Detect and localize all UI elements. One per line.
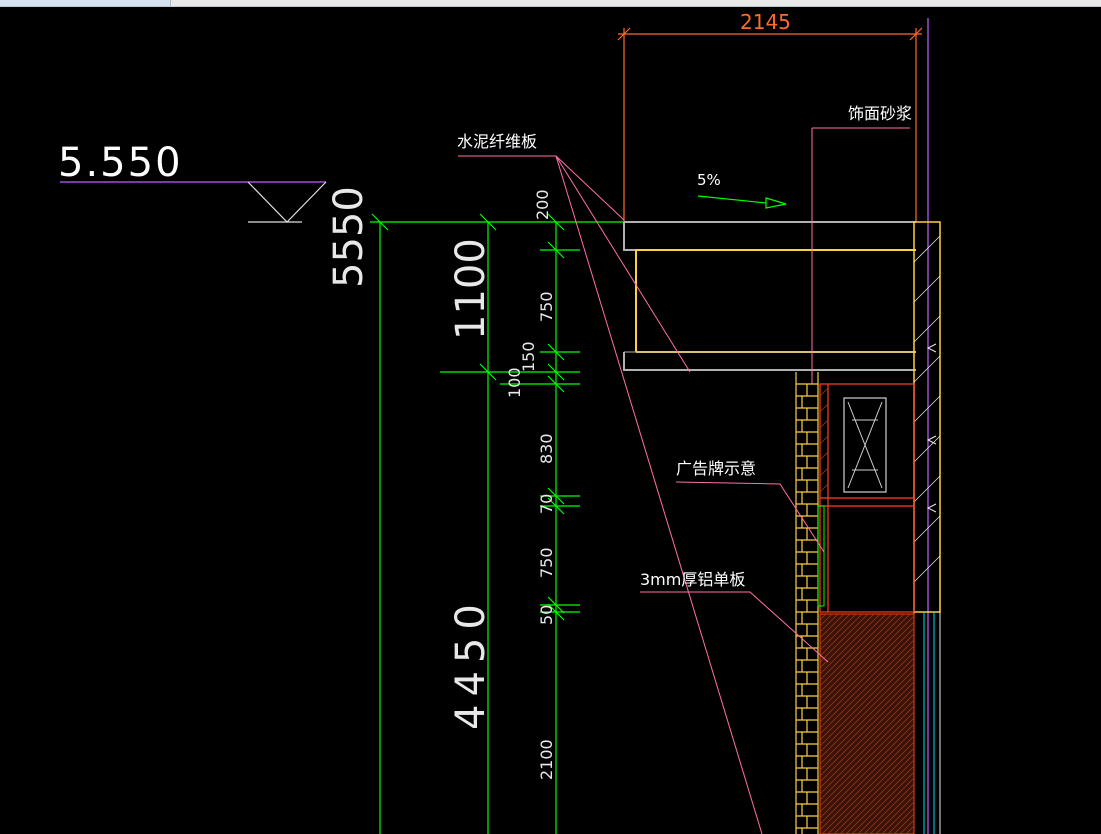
- elevation-value: 5.550: [58, 140, 183, 186]
- slope-label: 5%: [697, 171, 721, 189]
- dim-70: 70: [537, 494, 556, 514]
- wall-column: [913, 221, 941, 834]
- dim-2100: 2100: [537, 739, 556, 780]
- dim-100: 100: [505, 367, 524, 398]
- dim-200: 200: [533, 189, 552, 220]
- top-width-dimension: [617, 27, 923, 222]
- label-billboard: 广告牌示意: [676, 459, 756, 478]
- major-dimension-texts: 5550 1100 4450: [326, 186, 494, 730]
- brick-wall: [795, 372, 819, 834]
- minor-dimension-texts: 200 750 150 100 830 70 750 50 2100: [505, 189, 556, 780]
- elevation-marker: 5.550: [58, 140, 327, 223]
- canopy-section: [623, 127, 916, 384]
- leader-lines: [458, 155, 829, 834]
- dim-lower-height: 4450: [448, 596, 494, 730]
- hatched-wall: [819, 613, 915, 834]
- dim-top-width: 2145: [740, 10, 791, 34]
- dim-total-height: 5550: [326, 186, 372, 288]
- dim-830: 830: [537, 433, 556, 464]
- cad-drawing-canvas[interactable]: 5.550 5550 1100 4450 200 750 150 100 830…: [0, 7, 1101, 834]
- window-tab[interactable]: [0, 0, 171, 6]
- dim-upper-height: 1100: [448, 238, 494, 340]
- dim-50: 50: [537, 605, 556, 625]
- dim-750-upper: 750: [537, 291, 556, 322]
- slope-arrow: 5%: [697, 171, 787, 209]
- billboard-side-hatch: [819, 387, 829, 493]
- label-finish-mortar: 饰面砂浆: [848, 104, 912, 123]
- window-top-bar: [0, 0, 1101, 7]
- vertical-dimensions: [370, 213, 628, 834]
- dim-750-lower: 750: [537, 547, 556, 578]
- label-aluminum-panel: 3mm厚铝单板: [640, 570, 745, 589]
- billboard-box: [817, 383, 915, 613]
- label-cement-board: 水泥纤维板: [457, 132, 537, 151]
- dim-150: 150: [519, 341, 538, 372]
